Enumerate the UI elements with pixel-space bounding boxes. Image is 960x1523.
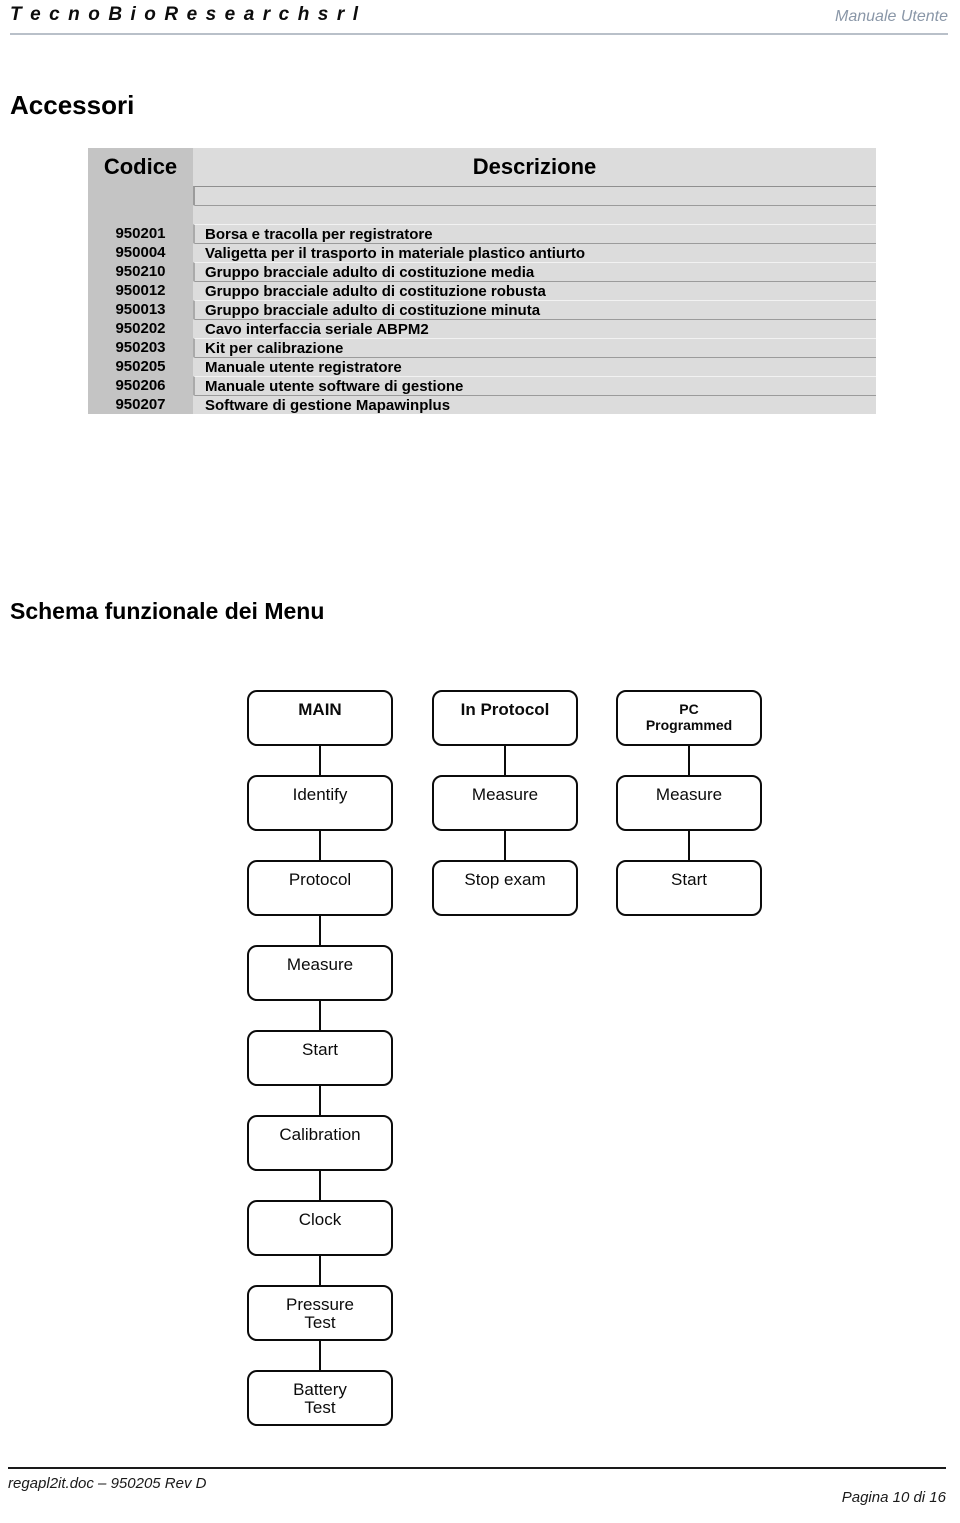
table-cell-code: 950206 (88, 376, 193, 395)
footer-divider (8, 1467, 946, 1469)
table-row: 950210 Gruppo bracciale adulto di costit… (88, 262, 876, 281)
table-cell-code: 950207 (88, 395, 193, 414)
table-header-row: Codice Descrizione (88, 148, 876, 186)
table-cell-code: 950004 (88, 243, 193, 262)
table-row: 950203 Kit per calibrazione (88, 338, 876, 357)
table-cell-code: 950205 (88, 357, 193, 376)
table-row: 950013 Gruppo bracciale adulto di costit… (88, 300, 876, 319)
table-cell-code (88, 186, 193, 205)
table-cell-description: Gruppo bracciale adulto di costituzione … (193, 300, 876, 319)
flow-node-identify[interactable]: Identify (247, 775, 393, 831)
table-body: 950201 Borsa e tracolla per registratore… (88, 186, 876, 414)
table-row: 950205 Manuale utente registratore (88, 357, 876, 376)
table-spacer-row (88, 205, 876, 224)
table-cell-description: Gruppo bracciale adulto di costituzione … (193, 281, 876, 300)
flow-node-protocol[interactable]: Protocol (247, 860, 393, 916)
footer-page-number: Pagina 10 di 16 (841, 1489, 946, 1506)
flow-node-label: Measure (471, 785, 539, 804)
flow-node-label: Calibration (279, 1125, 361, 1144)
page-footer: regapl2it.doc – 950205 Rev D Pagina 10 d… (0, 1453, 960, 1523)
flow-connector (688, 831, 690, 860)
header-divider (10, 33, 948, 35)
flow-connector (319, 746, 321, 775)
table-cell-code: 950012 (88, 281, 193, 300)
flow-connector (504, 831, 506, 860)
flow-connector (319, 916, 321, 945)
table-cell-description: Cavo interfaccia seriale ABPM2 (193, 319, 876, 338)
table-cell-code (88, 205, 193, 224)
table-spacer-row (88, 186, 876, 205)
column-header-descrizione: Descrizione (193, 148, 876, 186)
section-title-accessori: Accessori (10, 90, 135, 120)
table-cell-code: 950201 (88, 224, 193, 243)
flow-node-label: MAIN (298, 700, 342, 719)
flow-connector (504, 746, 506, 775)
flow-connector (319, 1001, 321, 1030)
flow-node-label: Start (302, 1040, 338, 1059)
flow-connector (319, 1171, 321, 1200)
flow-node-start[interactable]: Start (247, 1030, 393, 1086)
table-row: 950207 Software di gestione Mapawinplus (88, 395, 876, 414)
flow-node-label: Stop exam (464, 870, 546, 889)
page-header: T e c n o B i o R e s e a r c h s r l Ma… (0, 0, 960, 42)
flow-connector (319, 1341, 321, 1370)
flow-node-calibration[interactable]: Calibration (247, 1115, 393, 1171)
flow-node-stop-exam[interactable]: Stop exam (432, 860, 578, 916)
flow-node-pc-programmed[interactable]: PC Programmed (616, 690, 762, 746)
flow-node-label: Measure (286, 955, 354, 974)
flow-node-label: Clock (298, 1210, 342, 1229)
column-header-codice: Codice (88, 148, 193, 186)
flow-node-label: In Protocol (460, 700, 550, 719)
header-company-name: T e c n o B i o R e s e a r c h s r l (10, 4, 360, 25)
table-row: 950206 Manuale utente software di gestio… (88, 376, 876, 395)
flow-node-label: Measure (655, 785, 723, 804)
flow-node-in-protocol[interactable]: In Protocol (432, 690, 578, 746)
flow-connector (319, 831, 321, 860)
table-row: 950012 Gruppo bracciale adulto di costit… (88, 281, 876, 300)
table-cell-description: Valigetta per il trasporto in materiale … (193, 243, 876, 262)
section-title-schema-funzionale: Schema funzionale dei Menu (10, 598, 325, 624)
flow-node-measure[interactable]: Measure (247, 945, 393, 1001)
flow-node-label: PC Programmed (645, 701, 733, 733)
flow-node-label: Start (671, 870, 707, 889)
table-cell-code: 950203 (88, 338, 193, 357)
accessori-table: Codice Descrizione 950201 Borsa e tracol… (88, 148, 876, 414)
table-cell-code: 950210 (88, 262, 193, 281)
flow-node-main[interactable]: MAIN (247, 690, 393, 746)
table-cell-description: Kit per calibrazione (193, 338, 876, 357)
table-row: 950004 Valigetta per il trasporto in mat… (88, 243, 876, 262)
table-cell-description: Software di gestione Mapawinplus (193, 395, 876, 414)
table-row: 950201 Borsa e tracolla per registratore (88, 224, 876, 243)
table-cell-description (193, 205, 876, 224)
flow-node-clock[interactable]: Clock (247, 1200, 393, 1256)
footer-document-ref: regapl2it.doc – 950205 Rev D (8, 1475, 207, 1492)
menu-flowchart: MAIN Identify Protocol Measure Start Cal… (0, 690, 960, 1460)
table-cell-description: Borsa e tracolla per registratore (193, 224, 876, 243)
table-cell-description: Manuale utente registratore (193, 357, 876, 376)
flow-node-start[interactable]: Start (616, 860, 762, 916)
table-cell-description: Manuale utente software di gestione (193, 376, 876, 395)
flow-connector (319, 1256, 321, 1285)
flow-node-measure[interactable]: Measure (432, 775, 578, 831)
table-cell-code: 950013 (88, 300, 193, 319)
table-row: 950202 Cavo interfaccia seriale ABPM2 (88, 319, 876, 338)
flow-node-label: Identify (292, 785, 348, 804)
flow-connector (319, 1086, 321, 1115)
flow-node-label: Protocol (288, 870, 352, 889)
flow-connector (688, 746, 690, 775)
flow-node-pressure-test[interactable]: Pressure Test (247, 1285, 393, 1341)
flow-node-label: Pressure Test (285, 1295, 355, 1332)
header-document-type: Manuale Utente (835, 8, 948, 25)
flow-node-battery-test[interactable]: Battery Test (247, 1370, 393, 1426)
table-cell-description: Gruppo bracciale adulto di costituzione … (193, 262, 876, 281)
flow-node-label: Battery Test (293, 1380, 347, 1417)
table-cell-code: 950202 (88, 319, 193, 338)
table-cell-description (193, 186, 876, 205)
flow-node-measure[interactable]: Measure (616, 775, 762, 831)
